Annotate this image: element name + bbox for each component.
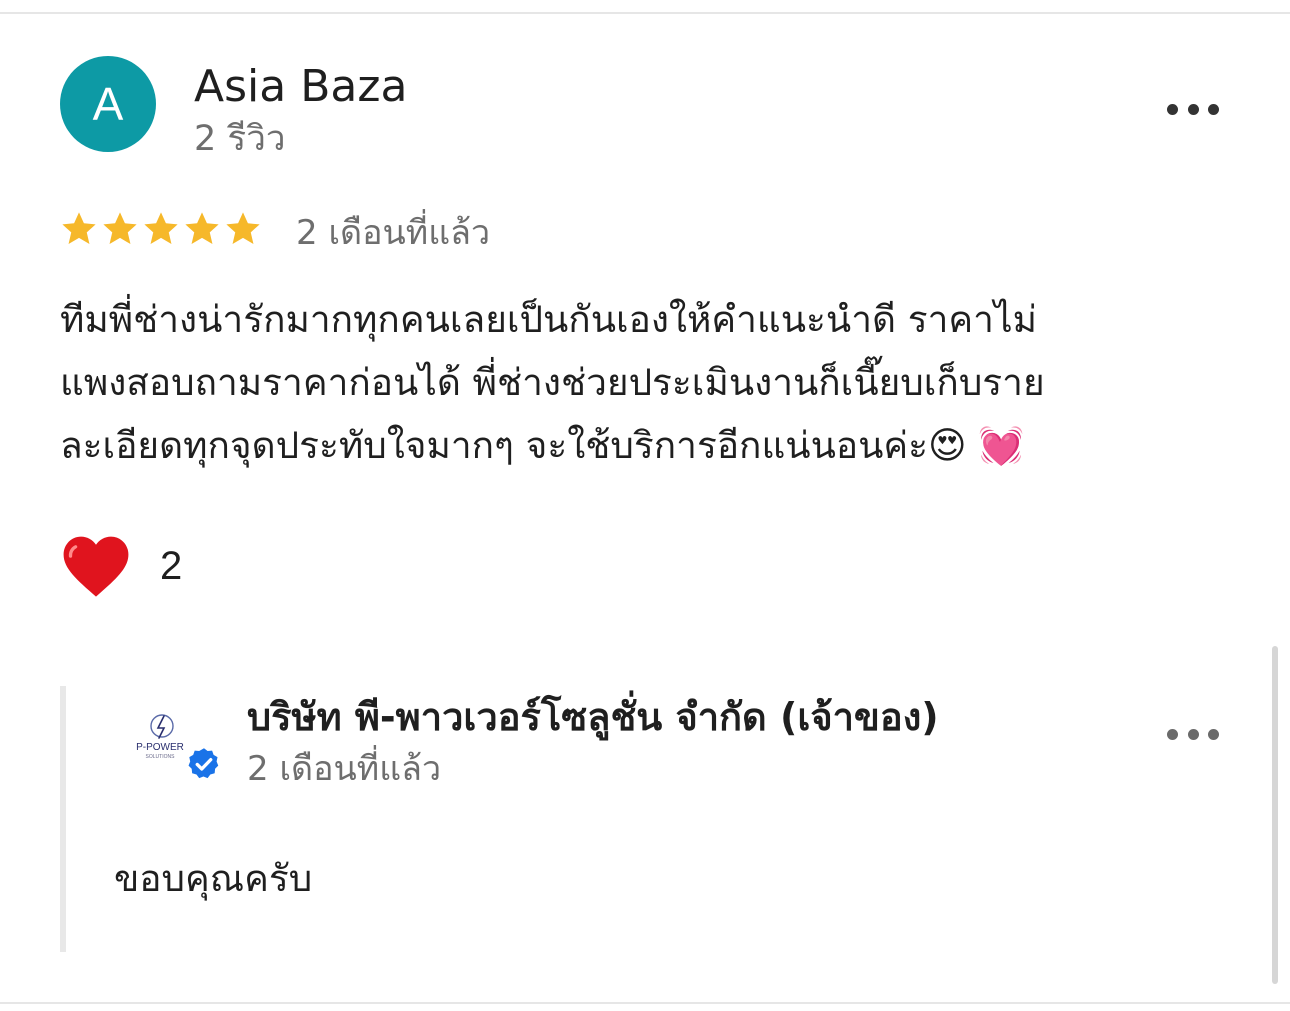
- heart-icon: [63, 536, 129, 597]
- logo-text: P-POWER: [136, 742, 184, 753]
- owner-reply-time: 2 เดือนที่แล้ว: [247, 749, 442, 789]
- review-text-line: แพงสอบถามราคาก่อนได้ พี่ช่างช่วยประเมินง…: [60, 361, 1045, 404]
- verified-badge-icon: [188, 748, 219, 779]
- owner-reply-text: ขอบคุณครับ: [114, 857, 313, 900]
- star-icon: [103, 212, 137, 245]
- bottom-divider: [0, 1002, 1290, 1004]
- star-icon: [185, 212, 219, 245]
- star-icon: [62, 212, 96, 245]
- review-text-line: ทีมพี่ช่างน่ารักมากทุกคนเลยเป็นกันเองให้…: [60, 298, 1037, 341]
- star-icon: [226, 212, 260, 245]
- reaction-count: 2: [160, 543, 183, 588]
- reviewer-name[interactable]: Asia Baza: [194, 60, 407, 114]
- review-more-button[interactable]: [1167, 94, 1219, 124]
- star-icon: [144, 212, 178, 245]
- reviewer-review-count: 2 รีวิว: [194, 119, 286, 159]
- more-horizontal-icon: [1167, 103, 1178, 115]
- reply-indent-bar: [60, 686, 66, 952]
- review-time: 2 เดือนที่แล้ว: [296, 213, 491, 253]
- logo-subtext: SOLUTIONS: [146, 754, 176, 760]
- reaction-button[interactable]: 2: [60, 530, 182, 602]
- top-divider: [0, 12, 1290, 14]
- scrollbar[interactable]: [1272, 646, 1278, 984]
- avatar[interactable]: A: [60, 56, 156, 152]
- star-rating: [60, 210, 262, 258]
- avatar-letter: A: [92, 78, 124, 130]
- owner-name[interactable]: บริษัท พี-พาวเวอร์โซลูชั่น จำกัด (เจ้าขอ…: [247, 692, 939, 742]
- review-text-line: ละเอียดทุกจุดประทับใจมากๆ จะใช้บริการอีก…: [60, 424, 1025, 467]
- reply-more-button[interactable]: [1167, 719, 1219, 749]
- more-horizontal-icon: [1167, 728, 1178, 740]
- review-text: ทีมพี่ช่างน่ารักมากทุกคนเลยเป็นกันเองให้…: [60, 288, 1220, 477]
